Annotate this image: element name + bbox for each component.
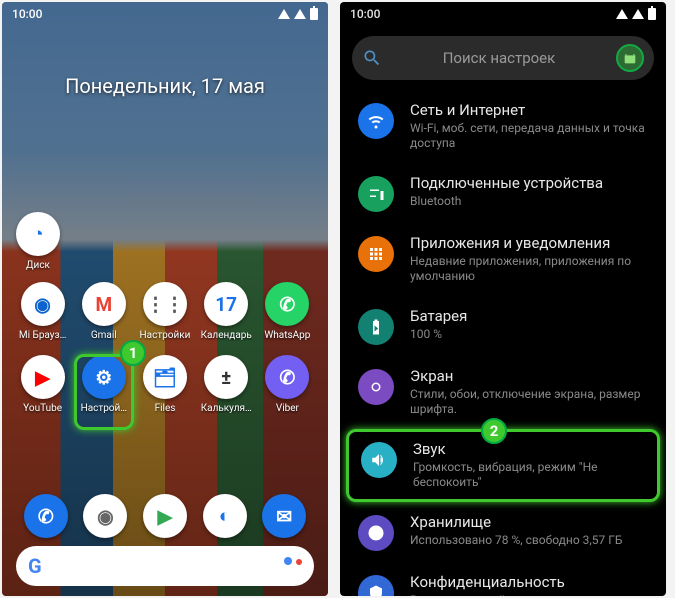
apps-icon — [358, 236, 394, 272]
status-time: 10:00 — [350, 7, 380, 21]
signal-icon-2 — [294, 9, 306, 19]
item-title: Приложения и уведомления — [410, 234, 648, 253]
app-icon: ✆ — [265, 355, 309, 399]
item-subtitle: Bluetooth — [410, 194, 648, 210]
assistant-icon[interactable] — [284, 557, 302, 575]
app-icon: ◐ — [203, 494, 247, 538]
app-label: YouTube — [23, 403, 62, 414]
google-search-bar[interactable]: G — [16, 546, 314, 586]
dock-app-4[interactable]: ✉ — [262, 494, 306, 538]
item-subtitle: 100 % — [410, 327, 648, 343]
item-subtitle: Wi-Fi, моб. сети, передача данных и точк… — [410, 121, 648, 152]
status-bar: 10:00 — [340, 2, 666, 26]
app-label: Mi Брауз… — [19, 330, 66, 341]
app-icon: ◉ — [83, 494, 127, 538]
app-label: Калькуля… — [201, 403, 252, 414]
signal-icon — [278, 9, 290, 19]
app-настройки[interactable]: ⋮⋮ Настройки — [134, 282, 195, 341]
item-subtitle: Использовано 78 %, свободно 3,57 ГБ — [410, 533, 648, 549]
date-widget[interactable]: Понедельник, 17 мая — [2, 74, 328, 98]
item-title: Хранилище — [410, 513, 648, 532]
app-disk[interactable]: ◔ Диск — [16, 212, 60, 271]
item-subtitle: Разрешения, действия в аккаунте, личные — [410, 593, 648, 597]
devices-icon — [358, 176, 394, 212]
app-календарь[interactable]: 17 Календарь — [196, 282, 257, 341]
item-subtitle: Громкость, вибрация, режим "Не беспокоит… — [413, 460, 645, 491]
phone-homescreen: 10:00 Понедельник, 17 мая ◔ Диск ◉ Mi Бра… — [2, 2, 328, 596]
settings-list: Сеть и ИнтернетWi-Fi, моб. сети, передач… — [340, 90, 666, 596]
app-icon: ◉ — [21, 282, 65, 326]
dock: ✆ ◉ ▶ ◐ ✉ — [2, 494, 328, 538]
app-viber[interactable]: ✆ Viber — [257, 355, 318, 414]
app-icon: ⋮⋮ — [143, 282, 187, 326]
app-grid: ◉ Mi Брауз… M Gmail ⋮⋮ Настройки 17 Календарь ✆ W… — [2, 282, 328, 414]
step-badge-1: 1 — [120, 340, 146, 366]
storage-icon — [358, 515, 394, 551]
app-label: Календарь — [201, 330, 252, 341]
settings-item-apps[interactable]: Приложения и уведомленияНедавние приложе… — [340, 223, 666, 296]
app-icon: ▶ — [21, 355, 65, 399]
app-icon: ✉ — [262, 494, 306, 538]
app-icon: 🗂 — [143, 355, 187, 399]
app-icon: ▶ — [143, 494, 187, 538]
item-title: Подключенные устройства — [410, 174, 648, 193]
app-label: WhatsApp — [264, 330, 310, 341]
app-label: Диск — [26, 260, 50, 271]
item-subtitle: Недавние приложения, приложения по умолч… — [410, 254, 648, 285]
signal-icon — [616, 9, 628, 19]
account-avatar[interactable] — [616, 44, 644, 72]
app-youtube[interactable]: ▶ YouTube — [12, 355, 73, 414]
app-label: Gmail — [91, 330, 117, 341]
status-time: 10:00 — [12, 7, 42, 21]
item-title: Сеть и Интернет — [410, 101, 648, 120]
signal-icon-2 — [632, 9, 644, 19]
app-калькуля-[interactable]: ± Калькуля… — [196, 355, 257, 414]
settings-item-privacy[interactable]: КонфиденциальностьРазрешения, действия в… — [340, 562, 666, 596]
battery-icon — [310, 8, 318, 20]
wifi-icon — [358, 103, 394, 139]
search-placeholder: Поиск настроек — [394, 49, 604, 67]
settings-item-sound[interactable]: ЗвукГромкость, вибрация, режим "Не беспо… — [346, 429, 660, 502]
app-label: Files — [155, 403, 176, 414]
app-gmail[interactable]: M Gmail — [73, 282, 134, 341]
highlight-settings-app — [74, 354, 134, 430]
sound-icon — [361, 442, 397, 478]
app-icon: ± — [204, 355, 248, 399]
app-label: Viber — [276, 403, 299, 414]
display-icon — [358, 369, 394, 405]
app-files[interactable]: 🗂 Files — [134, 355, 195, 414]
search-icon — [362, 48, 382, 68]
item-title: Экран — [410, 367, 648, 386]
settings-item-battery[interactable]: Батарея100 % — [340, 296, 666, 356]
item-title: Батарея — [410, 307, 648, 326]
app-label: Настройки — [140, 330, 191, 341]
app-icon: M — [82, 282, 126, 326]
battery-icon — [648, 8, 656, 20]
app-icon: ✆ — [265, 282, 309, 326]
app-icon: 17 — [204, 282, 248, 326]
settings-item-devices[interactable]: Подключенные устройстваBluetooth — [340, 163, 666, 223]
dock-app-0[interactable]: ✆ — [24, 494, 68, 538]
app-whatsapp[interactable]: ✆ WhatsApp — [257, 282, 318, 341]
settings-search[interactable]: Поиск настроек — [352, 36, 654, 80]
item-subtitle: Стили, обои, отключение экрана, размер ш… — [410, 387, 648, 418]
privacy-icon — [358, 575, 394, 596]
settings-item-wifi[interactable]: Сеть и ИнтернетWi-Fi, моб. сети, передач… — [340, 90, 666, 163]
dock-app-3[interactable]: ◐ — [203, 494, 247, 538]
status-bar: 10:00 — [2, 2, 328, 26]
settings-item-storage[interactable]: ХранилищеИспользовано 78 %, свободно 3,5… — [340, 502, 666, 562]
step-badge-2: 2 — [481, 418, 507, 444]
google-logo: G — [28, 554, 42, 578]
app-icon: ✆ — [24, 494, 68, 538]
item-title: Конфиденциальность — [410, 573, 648, 592]
item-title: Звук — [413, 440, 645, 459]
app-mi-брауз-[interactable]: ◉ Mi Брауз… — [12, 282, 73, 341]
settings-item-display[interactable]: ЭкранСтили, обои, отключение экрана, раз… — [340, 356, 666, 429]
phone-settings: 10:00 Поиск настроек Сеть и ИнтернетWi-F… — [340, 2, 666, 596]
dock-app-2[interactable]: ▶ — [143, 494, 187, 538]
dock-app-1[interactable]: ◉ — [83, 494, 127, 538]
battery-icon — [358, 309, 394, 345]
